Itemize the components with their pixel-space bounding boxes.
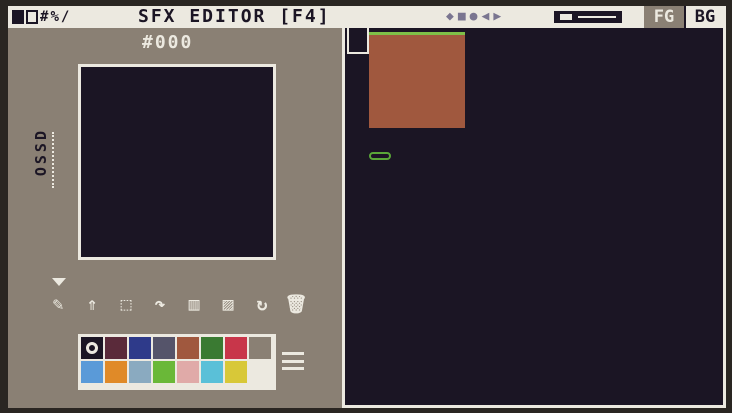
arrow-left-icon[interactable]: ◀ [481, 9, 489, 24]
shift-icon[interactable]: ↷ [146, 290, 174, 318]
palette-swatch[interactable] [105, 361, 127, 383]
side-label-text: OSSD [32, 128, 50, 177]
sprite-tile[interactable] [369, 32, 465, 128]
fg-button[interactable]: FG [644, 6, 684, 28]
window-controls: # % / [12, 8, 69, 26]
slider-thumb[interactable] [560, 14, 572, 20]
tool-indicator-icon [52, 278, 66, 286]
sheet-border-bottom [345, 405, 726, 408]
palette-swatch[interactable] [249, 361, 271, 383]
palette-swatch[interactable] [105, 337, 127, 359]
side-ticks [52, 132, 58, 188]
palette-swatch[interactable] [153, 337, 175, 359]
color-palette [78, 334, 276, 390]
trash-icon[interactable]: 🗑 [282, 290, 310, 318]
palette-swatch[interactable] [177, 337, 199, 359]
palette-swatch[interactable] [201, 361, 223, 383]
slider-track [578, 16, 616, 18]
zoom-slider[interactable] [554, 11, 622, 23]
palette-swatch[interactable] [225, 361, 247, 383]
close-icon[interactable] [12, 10, 24, 24]
square-icon[interactable]: ■ [458, 9, 466, 24]
palette-swatch[interactable] [225, 337, 247, 359]
palette-swatch[interactable] [81, 361, 103, 383]
rotate-icon[interactable]: ↻ [248, 290, 276, 318]
fill-icon[interactable]: ⇑ [78, 290, 106, 318]
sprite-marker [369, 152, 391, 160]
sheet-border-right [723, 28, 726, 408]
sprite-id: #000 [142, 32, 194, 53]
fg-bg-toggle: FG BG [644, 6, 724, 28]
palette-swatch[interactable] [249, 337, 271, 359]
palette-swatch[interactable] [129, 361, 151, 383]
sfx-editor-screen: # % / SFX EDITOR [F4] ◆ ■ ● ◀ ▶ FG BG #0… [8, 6, 726, 408]
editor-title: SFX EDITOR [F4] [138, 6, 331, 27]
pencil-icon[interactable]: ✎ [44, 290, 72, 318]
draw-canvas[interactable] [78, 64, 276, 260]
circle-icon[interactable]: ● [470, 9, 478, 24]
selected-color-icon [86, 342, 98, 354]
sheet-cursor [347, 28, 369, 54]
side-label: OSSD [32, 128, 56, 196]
toolbar-right: ◆ ■ ● ◀ ▶ [446, 9, 501, 24]
palette-swatch[interactable] [81, 337, 103, 359]
palette-swatch[interactable] [129, 337, 151, 359]
menu-icon[interactable] [282, 350, 304, 372]
percent-icon[interactable]: % [50, 8, 58, 26]
tool-row: ✎ ⇑ ⬚ ↷ ▥ ▨ ↻ 🗑 [44, 290, 310, 318]
diamond-icon[interactable]: ◆ [446, 9, 454, 24]
grid-icon[interactable]: # [40, 8, 48, 26]
palette-swatch[interactable] [201, 337, 223, 359]
slash-icon[interactable]: / [61, 8, 69, 26]
sprite-sheet[interactable] [342, 28, 726, 408]
palette-swatch[interactable] [177, 361, 199, 383]
palette-swatch[interactable] [153, 361, 175, 383]
top-bar: # % / SFX EDITOR [F4] ◆ ■ ● ◀ ▶ FG BG [8, 6, 726, 28]
restore-icon[interactable] [26, 10, 38, 24]
bg-button[interactable]: BG [684, 6, 724, 28]
flip-icon[interactable]: ▥ [180, 290, 208, 318]
stamp-icon[interactable]: ▨ [214, 290, 242, 318]
select-icon[interactable]: ⬚ [112, 290, 140, 318]
arrow-right-icon[interactable]: ▶ [493, 9, 501, 24]
